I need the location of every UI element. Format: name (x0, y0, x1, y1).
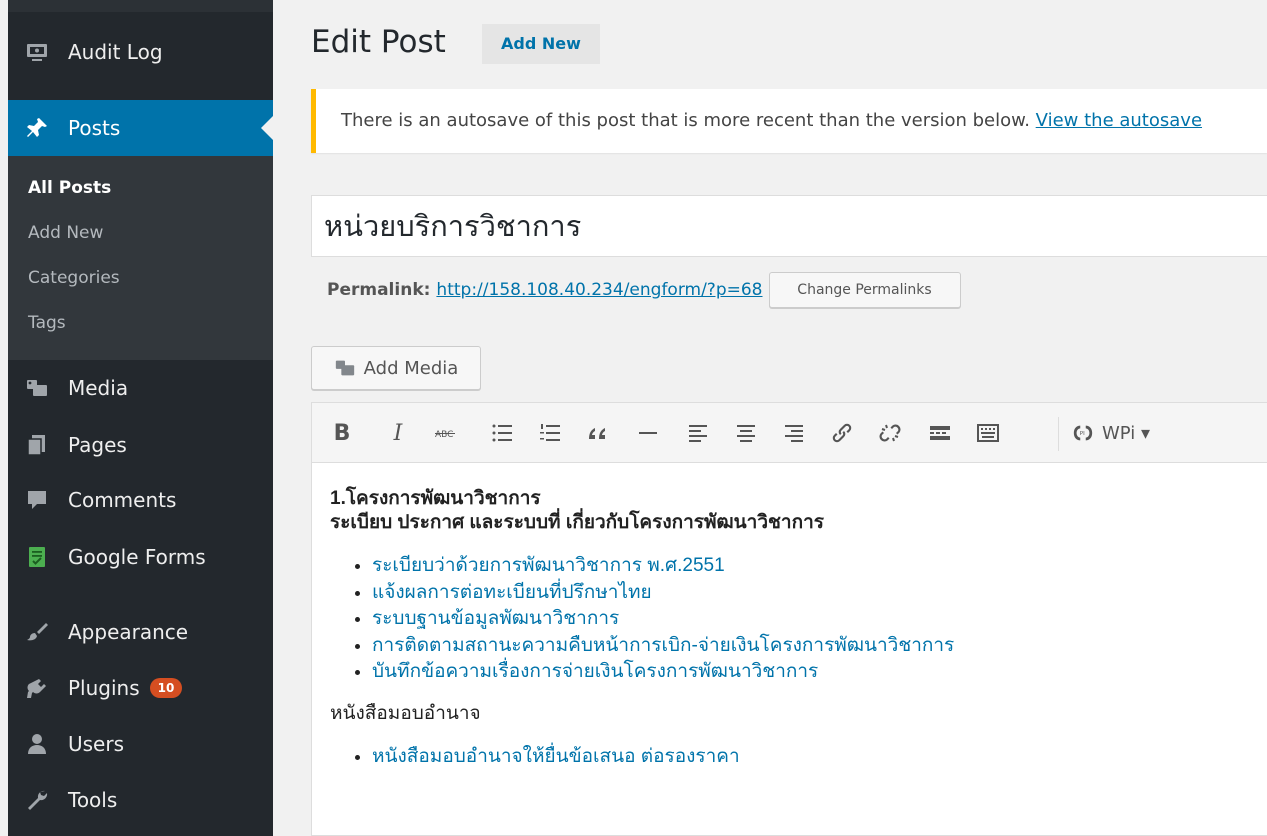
submenu-add-new[interactable]: Add New (28, 223, 103, 243)
change-permalinks-button[interactable]: Change Permalinks (768, 272, 961, 308)
sidebar-item-google-forms[interactable]: Google Forms (8, 537, 273, 577)
align-left-icon (689, 425, 707, 442)
toolbar-toggle-button[interactable] (974, 419, 1002, 447)
wpi-icon: PI (1073, 425, 1093, 441)
list-item-link[interactable]: บันทึกข้อความเรื่องการจ่ายเงินโครงการพัฒ… (372, 659, 1250, 686)
sidebar-item-posts[interactable]: Posts (8, 100, 273, 156)
align-left-button[interactable] (684, 419, 712, 447)
list-item-link[interactable]: หนังสือมอบอำนาจให้ยื่นข้อเสนอ ต่อรองราคา (372, 744, 1250, 771)
svg-text:PI: PI (1080, 431, 1085, 437)
autosave-notice-text: There is an autosave of this post that i… (341, 110, 1036, 131)
read-more-button[interactable] (926, 419, 954, 447)
content-list-2: หนังสือมอบอำนาจให้ยื่นข้อเสนอ ต่อรองราคา (330, 744, 1250, 771)
keyboard-icon (977, 424, 999, 442)
sidebar-item-label: Appearance (68, 620, 189, 644)
sidebar-item-label: Plugins (68, 676, 140, 700)
sidebar-item-plugins[interactable]: Plugins 10 (8, 668, 273, 708)
list-item-link[interactable]: แจ้งผลการต่อทะเบียนที่ปรึกษาไทย (372, 580, 1250, 607)
content-paragraph: หนังสือมอบอำนาจ (330, 702, 481, 724)
sidebar-item-label: Google Forms (68, 545, 206, 569)
paintbrush-icon (24, 619, 50, 645)
add-media-label: Add Media (363, 357, 459, 379)
media-icon (335, 360, 354, 376)
strikethrough-button[interactable]: ABC (432, 419, 460, 447)
page-title: Edit Post (311, 24, 446, 60)
admin-sidebar: Audit Log Posts All Posts Add New Catego… (8, 0, 273, 836)
svg-text:ABC: ABC (435, 430, 453, 440)
monitor-icon (24, 39, 50, 65)
sidebar-item-label: Tools (68, 788, 118, 812)
link-icon (832, 423, 852, 443)
editor-toolbar: B I ABC PI WPi ▾ (312, 403, 1267, 463)
sidebar-item-tools[interactable]: Tools (8, 780, 273, 820)
wrench-icon (24, 787, 50, 813)
list-item-link[interactable]: ระบบฐานข้อมูลพัฒนาวิชาการ (372, 606, 1250, 633)
strikethrough-icon: ABC (435, 430, 455, 440)
content-heading-2: ระเบียบ ประกาศ และระบบที่ เกี่ยวกับโครงก… (330, 512, 824, 533)
plugins-update-badge: 10 (149, 678, 183, 698)
sidebar-item-label: Pages (68, 433, 127, 457)
sidebar-item-pages[interactable]: Pages (8, 425, 273, 465)
sidebar-item-label: Audit Log (68, 40, 163, 64)
google-forms-icon (24, 544, 50, 570)
wpi-label: WPi ▾ (1102, 422, 1151, 444)
permalink-row: Permalink: http://158.108.40.234/engform… (327, 272, 961, 308)
sidebar-item-audit-log[interactable]: Audit Log (8, 32, 273, 72)
list-item-link[interactable]: การติดตามสถานะความคืบหน้าการเบิก-จ่ายเงิ… (372, 633, 1250, 660)
wpi-dropdown[interactable]: PI WPi ▾ (1070, 419, 1150, 447)
bullet-list-icon (492, 424, 512, 442)
plug-icon (24, 675, 50, 701)
unlink-icon (879, 424, 901, 442)
sidebar-item-label: Comments (68, 488, 177, 512)
horizontal-rule-button[interactable] (634, 419, 662, 447)
sidebar-item-label: Users (68, 732, 125, 756)
toolbar-separator (1058, 417, 1059, 451)
view-autosave-link[interactable]: View the autosave (1036, 110, 1202, 131)
sidebar-item-users[interactable]: Users (8, 724, 273, 764)
sidebar-top-edge (8, 0, 273, 12)
sidebar-item-label: Posts (68, 116, 121, 140)
pushpin-icon (24, 115, 50, 141)
submenu-all-posts[interactable]: All Posts (28, 178, 111, 198)
content-list-1: ระเบียบว่าด้วยการพัฒนาวิชาการ พ.ศ.2551 แ… (330, 553, 1250, 686)
align-right-icon (785, 425, 803, 442)
sidebar-item-appearance[interactable]: Appearance (8, 612, 273, 652)
quote-icon (589, 428, 605, 439)
submenu-categories[interactable]: Categories (28, 268, 120, 288)
media-icon (24, 375, 50, 401)
read-more-icon (930, 426, 950, 440)
horizontal-line-icon (639, 432, 657, 434)
sidebar-item-comments[interactable]: Comments (8, 480, 273, 520)
autosave-notice: There is an autosave of this post that i… (311, 89, 1267, 153)
align-center-icon (737, 425, 755, 442)
post-title-input[interactable]: หน่วยบริการวิชาการ (311, 195, 1267, 257)
sidebar-item-media[interactable]: Media (8, 368, 273, 408)
content-heading-1: 1.โครงการพัฒนาวิชาการ (330, 488, 541, 509)
bold-button[interactable]: B (328, 419, 356, 447)
insert-link-button[interactable] (828, 419, 856, 447)
align-right-button[interactable] (780, 419, 808, 447)
pages-icon (24, 432, 50, 458)
posts-submenu: All Posts Add New Categories Tags (8, 156, 273, 360)
permalink-label: Permalink: (327, 280, 431, 300)
align-center-button[interactable] (732, 419, 760, 447)
add-media-button[interactable]: Add Media (311, 346, 481, 390)
italic-button[interactable]: I (384, 419, 412, 447)
remove-link-button[interactable] (876, 419, 904, 447)
numbered-list-icon (540, 424, 560, 441)
editor-content[interactable]: 1.โครงการพัฒนาวิชาการ ระเบียบ ประกาศ และ… (330, 487, 1250, 770)
blockquote-button[interactable] (584, 419, 612, 447)
add-new-post-button[interactable]: Add New (482, 24, 600, 64)
submenu-tags[interactable]: Tags (28, 313, 66, 333)
post-editor: B I ABC PI WPi ▾ 1.โครงการพัฒนาวิชาการ ร… (311, 402, 1267, 836)
current-page-arrow (261, 116, 273, 140)
bullet-list-button[interactable] (488, 419, 516, 447)
user-icon (24, 731, 50, 757)
comment-icon (24, 487, 50, 513)
permalink-url-link[interactable]: http://158.108.40.234/engform/?p=68 (436, 272, 762, 308)
sidebar-item-label: Media (68, 376, 129, 400)
list-item-link[interactable]: ระเบียบว่าด้วยการพัฒนาวิชาการ พ.ศ.2551 (372, 553, 1250, 580)
numbered-list-button[interactable] (536, 419, 564, 447)
